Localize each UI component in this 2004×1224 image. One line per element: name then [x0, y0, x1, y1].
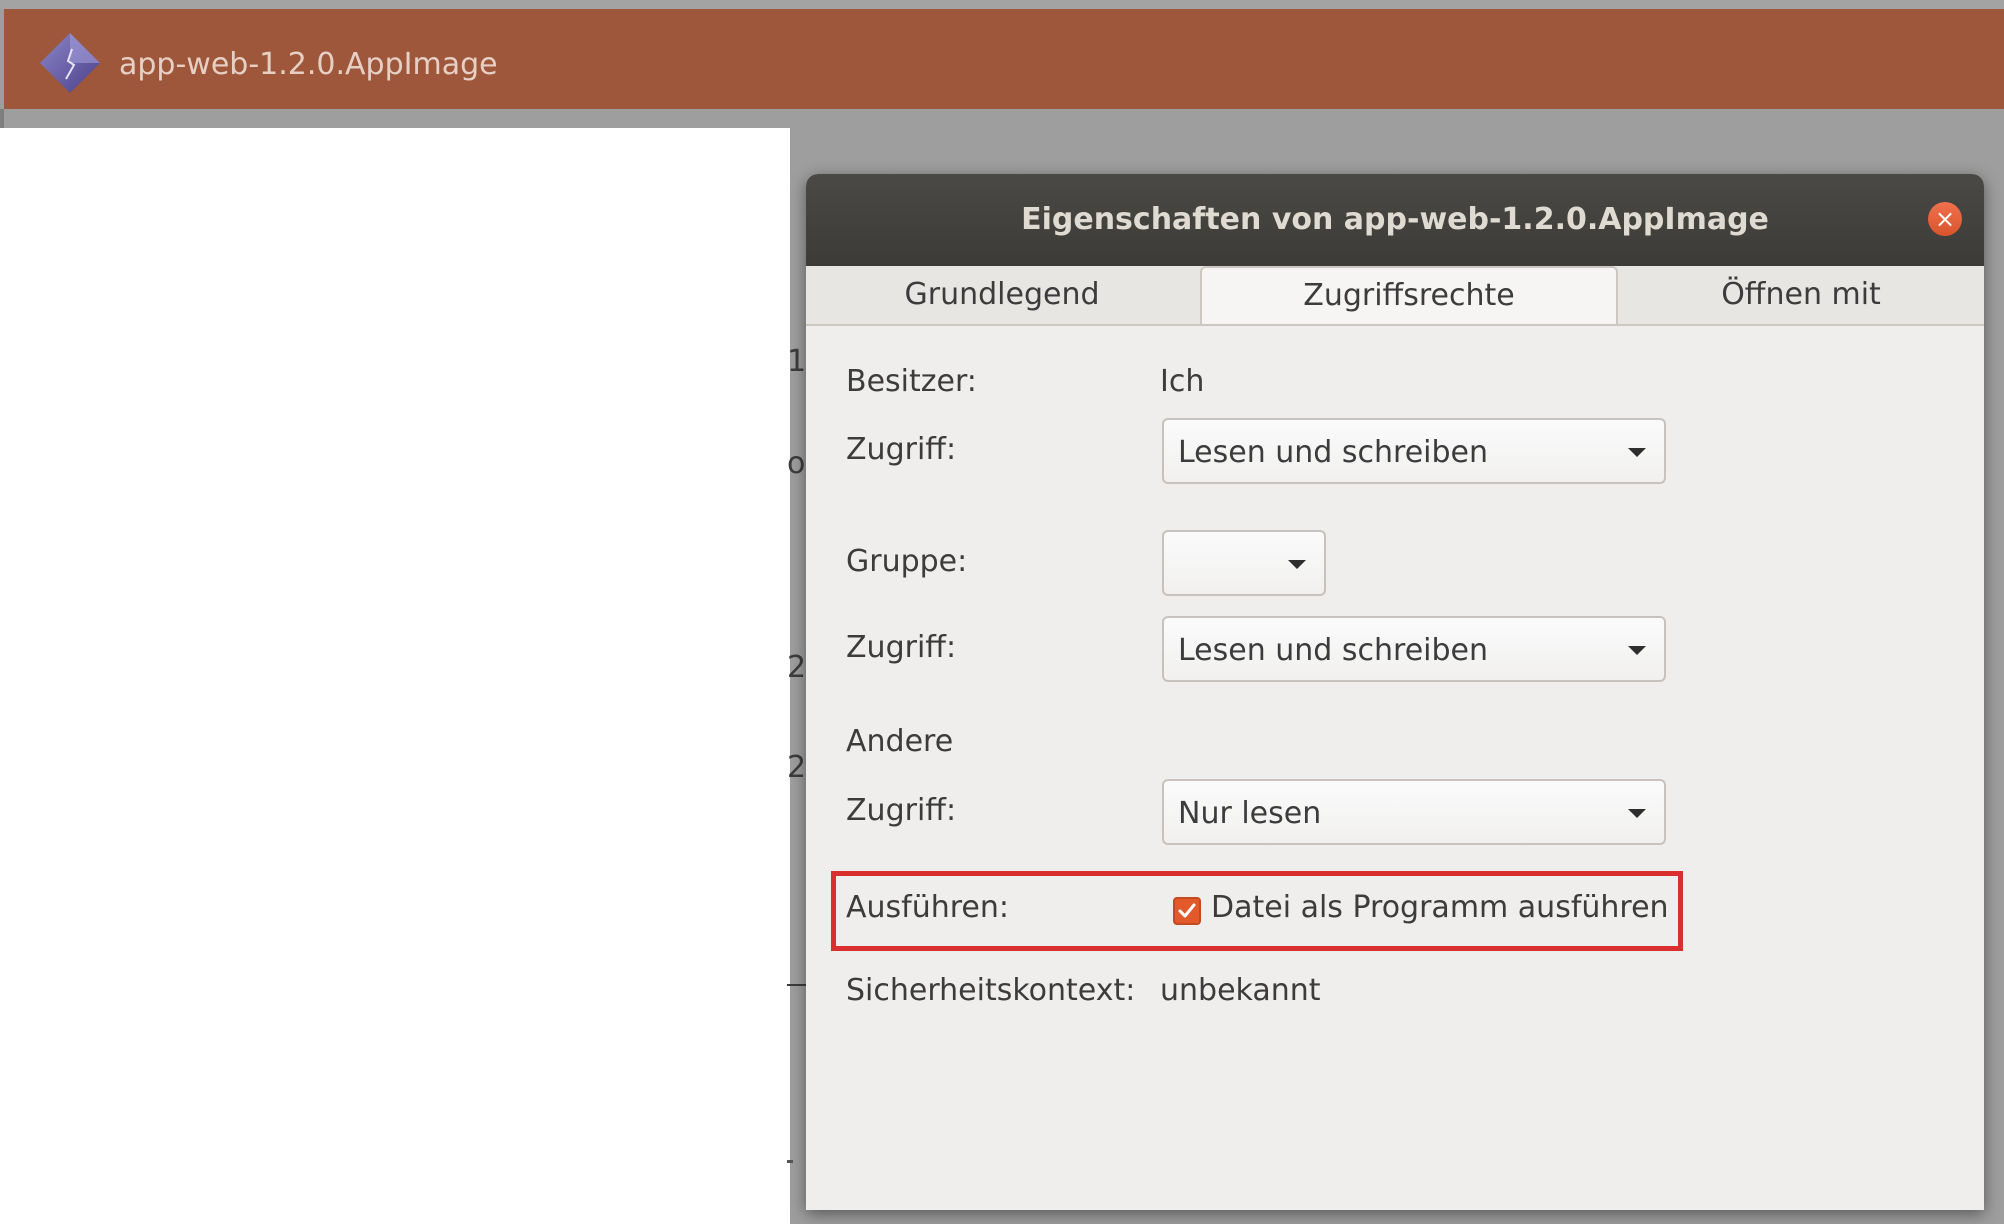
app-window-titlebar[interactable]: app-web-1.2.0.AppImage: [4, 9, 2004, 109]
close-icon: ×: [1934, 205, 1956, 233]
tab-bar: Grundlegend Zugriffsrechte Öffnen mit: [806, 266, 1984, 326]
others-access-label: Zugriff:: [846, 793, 957, 828]
properties-dialog: Eigenschaften von app-web-1.2.0.AppImage…: [806, 174, 1984, 1210]
tab-basic[interactable]: Grundlegend: [806, 266, 1198, 324]
dropdown-arrow-icon: [1628, 809, 1646, 818]
dropdown-arrow-icon: [1628, 646, 1646, 655]
close-button[interactable]: ×: [1928, 202, 1962, 236]
background-mark: [787, 1160, 793, 1163]
group-access-value: Lesen und schreiben: [1178, 633, 1489, 668]
appimage-diamond-icon: [38, 31, 102, 95]
tab-open-with[interactable]: Öffnen mit: [1618, 266, 1984, 324]
top-edge-strip: [0, 0, 2004, 9]
owner-value: Ich: [1160, 364, 1205, 399]
security-context-value: unbekannt: [1160, 973, 1321, 1008]
background-window-content: [0, 128, 790, 1224]
group-access-dropdown[interactable]: Lesen und schreiben: [1162, 616, 1666, 682]
others-access-dropdown[interactable]: Nur lesen: [1162, 779, 1666, 845]
security-context-label: Sicherheitskontext:: [846, 973, 1136, 1008]
others-access-value: Nur lesen: [1178, 796, 1322, 831]
dropdown-arrow-icon: [1628, 448, 1646, 457]
checkmark-icon: [1178, 903, 1196, 918]
owner-access-label: Zugriff:: [846, 432, 957, 467]
background-text-fragment: 2: [787, 750, 807, 785]
background-text-fragment: 2: [787, 650, 807, 685]
others-label: Andere: [846, 724, 954, 759]
dropdown-arrow-icon: [1288, 560, 1306, 569]
background-text-fragment: o: [787, 446, 806, 481]
group-access-label: Zugriff:: [846, 630, 957, 665]
tab-permissions[interactable]: Zugriffsrechte: [1200, 266, 1618, 324]
background-divider: [787, 984, 807, 986]
window-edge: [0, 109, 4, 128]
execute-checkbox[interactable]: [1173, 897, 1201, 925]
owner-access-value: Lesen und schreiben: [1178, 435, 1489, 470]
execute-label: Ausführen:: [846, 890, 1010, 925]
group-label: Gruppe:: [846, 544, 968, 579]
execute-checkbox-label[interactable]: Datei als Programm ausführen: [1211, 890, 1669, 925]
window-title: app-web-1.2.0.AppImage: [119, 47, 498, 82]
owner-label: Besitzer:: [846, 364, 977, 399]
owner-access-dropdown[interactable]: Lesen und schreiben: [1162, 418, 1666, 484]
dialog-titlebar[interactable]: Eigenschaften von app-web-1.2.0.AppImage…: [806, 174, 1984, 266]
dialog-title: Eigenschaften von app-web-1.2.0.AppImage: [1021, 202, 1769, 237]
group-dropdown[interactable]: [1162, 530, 1326, 596]
